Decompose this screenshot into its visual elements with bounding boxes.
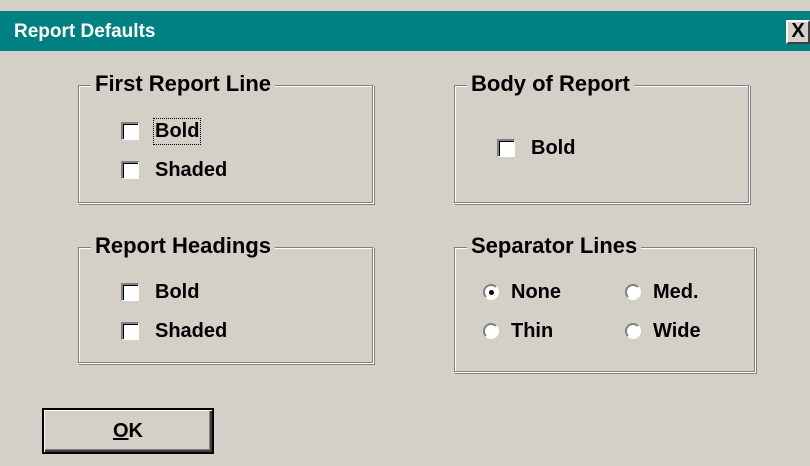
checkbox-label: Shaded <box>155 158 228 181</box>
radio-button[interactable] <box>483 323 499 339</box>
close-icon: X <box>791 20 805 42</box>
body-bold-checkbox[interactable]: Bold <box>497 137 575 159</box>
close-button[interactable]: X <box>786 20 810 44</box>
radio-selected-dot <box>488 289 494 295</box>
first-line-bold-checkbox[interactable]: Bold <box>121 117 202 145</box>
ok-mnemonic: O <box>112 419 129 442</box>
separator-none-radio[interactable]: None <box>483 281 561 303</box>
window-title: Report Defaults <box>14 21 156 42</box>
report-headings-group: Report Headings Bold Shaded <box>78 233 374 364</box>
checkbox-box[interactable] <box>121 283 139 301</box>
radio-button[interactable] <box>483 284 499 300</box>
headings-shaded-checkbox[interactable]: Shaded <box>121 320 227 342</box>
radio-label: Wide <box>653 319 701 342</box>
title-bar[interactable]: Report Defaults X <box>0 11 810 51</box>
headings-bold-checkbox[interactable]: Bold <box>121 281 199 303</box>
ok-label-rest: K <box>128 419 143 442</box>
checkbox-box[interactable] <box>121 161 139 179</box>
separator-lines-group: Separator Lines None Med. Thin Wide <box>454 233 756 373</box>
body-of-report-legend: Body of Report <box>467 71 634 97</box>
radio-label: None <box>511 280 561 303</box>
first-report-line-legend: First Report Line <box>91 71 276 97</box>
checkbox-label: Bold <box>155 280 200 303</box>
radio-button[interactable] <box>625 323 641 339</box>
ok-button[interactable]: OK <box>42 408 214 454</box>
separator-thin-radio[interactable]: Thin <box>483 320 553 342</box>
body-of-report-group: Body of Report Bold <box>454 71 750 204</box>
checkbox-label: Bold <box>152 117 202 145</box>
report-headings-legend: Report Headings <box>91 233 276 259</box>
checkbox-box[interactable] <box>497 139 515 157</box>
separator-wide-radio[interactable]: Wide <box>625 320 701 342</box>
separator-med-radio[interactable]: Med. <box>625 281 699 303</box>
radio-label: Thin <box>511 319 554 342</box>
checkbox-box[interactable] <box>121 122 139 140</box>
checkbox-box[interactable] <box>121 322 139 340</box>
report-defaults-dialog: Report Defaults X First Report Line Bold… <box>0 0 810 466</box>
first-line-shaded-checkbox[interactable]: Shaded <box>121 159 227 181</box>
checkbox-label: Bold <box>531 136 576 159</box>
radio-button[interactable] <box>625 284 641 300</box>
first-report-line-group: First Report Line Bold Shaded <box>78 71 374 204</box>
separator-lines-legend: Separator Lines <box>467 233 642 259</box>
checkbox-label: Shaded <box>155 319 228 342</box>
radio-label: Med. <box>653 280 699 303</box>
